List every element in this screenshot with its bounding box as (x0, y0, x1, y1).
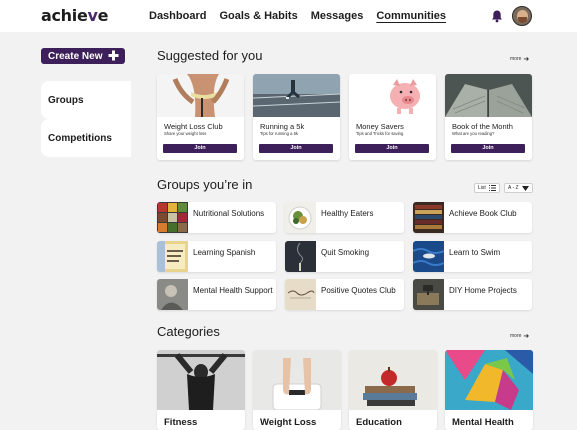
card-title: Weight Loss Club (164, 122, 223, 131)
suggested-title: Suggested for you (157, 48, 263, 63)
view-toggle[interactable]: List (474, 183, 500, 193)
avatar[interactable] (512, 6, 532, 26)
book-club-thumbnail (413, 202, 444, 233)
nav-goals-habits[interactable]: Goals & Habits (219, 10, 297, 22)
category-label: Education (356, 417, 402, 428)
category-card-fitness[interactable]: Fitness (157, 350, 245, 430)
card-subtitle: What are you reading? (452, 131, 495, 136)
mental-health-image (445, 350, 533, 410)
spanish-thumbnail (157, 241, 188, 272)
group-item[interactable]: Learning Spanish (157, 241, 276, 272)
group-item[interactable]: Learn to Swim (413, 241, 532, 272)
suggested-card-running[interactable]: Running a 5k Tips for running a 5k Join (253, 74, 340, 160)
swim-thumbnail (413, 241, 444, 272)
group-label: Nutritional Solutions (193, 209, 265, 218)
sidebar-item-competitions[interactable]: Competitions (41, 119, 131, 157)
card-title: Running a 5k (260, 122, 305, 131)
nutrition-thumbnail (157, 202, 188, 233)
join-button[interactable]: Join (355, 144, 429, 153)
categories-more-link[interactable]: more ➜ (510, 332, 529, 340)
suggested-card-book-of-month[interactable]: Book of the Month What are you reading? … (445, 74, 532, 160)
join-button[interactable]: Join (259, 144, 333, 153)
group-item[interactable]: Achieve Book Club (413, 202, 532, 233)
group-label: DIY Home Projects (449, 286, 517, 295)
sort-select[interactable]: A - Z (504, 183, 533, 193)
card-title: Money Savers (356, 122, 404, 131)
group-label: Positive Quotes Club (321, 286, 396, 295)
group-item[interactable]: Nutritional Solutions (157, 202, 276, 233)
group-label: Learning Spanish (193, 248, 256, 257)
book-image (445, 74, 532, 117)
weight-loss-image (157, 74, 244, 117)
category-card-mental-health[interactable]: Mental Health (445, 350, 533, 430)
running-image (253, 74, 340, 117)
bell-icon[interactable] (490, 9, 504, 23)
nav-dashboard[interactable]: Dashboard (149, 10, 206, 22)
top-header: achieve Dashboard Goals & Habits Message… (0, 0, 577, 32)
nav-messages[interactable]: Messages (311, 10, 364, 22)
join-button[interactable]: Join (451, 144, 525, 153)
suggested-card-money-savers[interactable]: Money Savers Tips and Tricks for saving … (349, 74, 436, 160)
group-item[interactable]: Healthy Eaters (285, 202, 404, 233)
card-subtitle: Tips and Tricks for saving (356, 131, 404, 136)
suggested-more-link[interactable]: more ➜ (510, 55, 529, 63)
category-label: Mental Health (452, 417, 514, 428)
card-title: Book of the Month (452, 122, 513, 131)
quit-smoking-thumbnail (285, 241, 316, 272)
create-new-label: Create New (48, 50, 103, 62)
suggested-card-weight-loss[interactable]: Weight Loss Club Share your weight loss … (157, 74, 244, 160)
quotes-thumbnail (285, 279, 316, 310)
groups-title: Groups you’re in (157, 177, 253, 192)
sidebar: Create New Groups Competitions (0, 32, 131, 430)
sidebar-item-label: Groups (48, 94, 84, 106)
main-panel: Suggested for you more ➜ Weight Loss Club… (131, 32, 577, 430)
piggy-bank-image (349, 74, 436, 117)
app-logo[interactable]: achieve (41, 6, 109, 25)
scale-image (253, 350, 341, 410)
categories-title: Categories (157, 324, 220, 339)
card-subtitle: Tips for running a 5k (260, 131, 299, 136)
join-button[interactable]: Join (163, 144, 237, 153)
create-new-button[interactable]: Create New (41, 48, 125, 64)
main-nav: Dashboard Goals & Habits Messages Commun… (149, 10, 459, 22)
group-item[interactable]: Mental Health Support (157, 279, 276, 310)
healthy-eaters-thumbnail (285, 202, 316, 233)
group-label: Learn to Swim (449, 248, 501, 257)
category-label: Weight Loss (260, 417, 317, 428)
category-label: Fitness (164, 417, 198, 428)
diy-thumbnail (413, 279, 444, 310)
group-label: Achieve Book Club (449, 209, 517, 218)
chevron-down-icon (521, 185, 529, 191)
category-card-weight-loss[interactable]: Weight Loss (253, 350, 341, 430)
sidebar-item-label: Competitions (48, 132, 112, 144)
sidebar-item-groups[interactable]: Groups (41, 81, 131, 119)
mental-health-thumbnail (157, 279, 188, 310)
group-label: Mental Health Support (193, 286, 273, 295)
fitness-image (157, 350, 245, 410)
category-card-education[interactable]: Education (349, 350, 437, 430)
list-icon (488, 185, 496, 191)
group-item[interactable]: Quit Smoking (285, 241, 404, 272)
group-item[interactable]: Positive Quotes Club (285, 279, 404, 310)
education-image (349, 350, 437, 410)
group-label: Healthy Eaters (321, 209, 374, 218)
card-subtitle: Share your weight loss (164, 131, 207, 136)
plus-icon (108, 50, 119, 61)
group-label: Quit Smoking (321, 248, 370, 257)
group-item[interactable]: DIY Home Projects (413, 279, 532, 310)
nav-communities[interactable]: Communities (376, 10, 446, 22)
